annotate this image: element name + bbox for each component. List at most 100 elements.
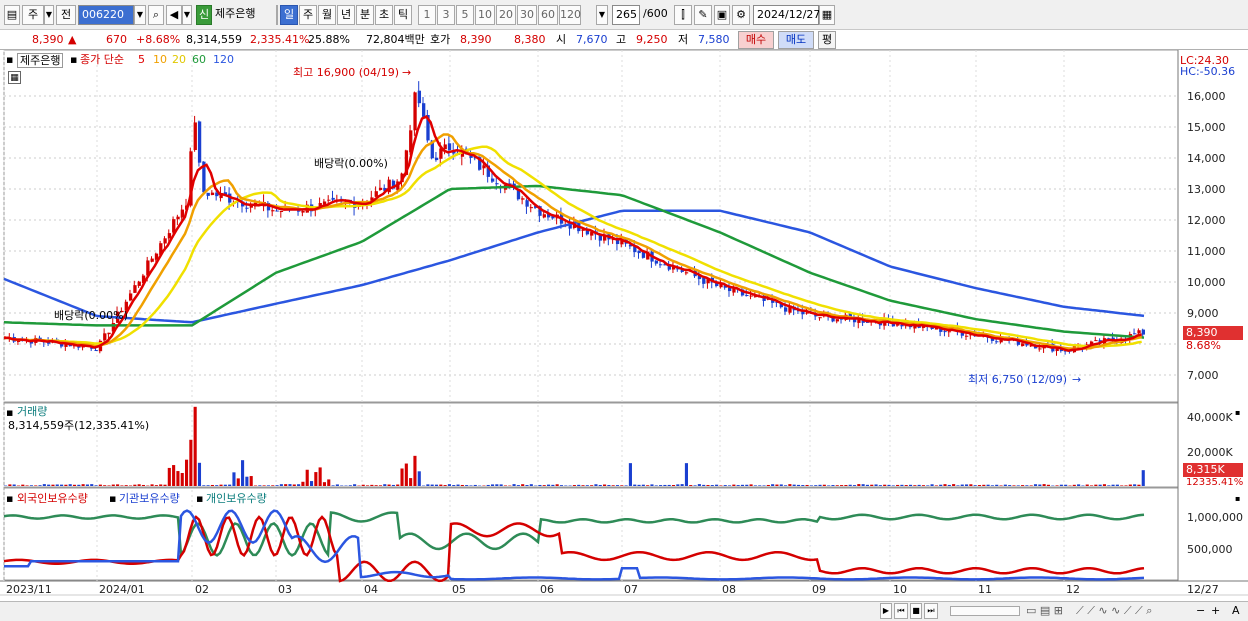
volume-bar (538, 484, 542, 486)
holding-menu-icon[interactable]: ▪ (6, 492, 13, 505)
volume-bar (193, 406, 197, 486)
ma-menu-icon[interactable]: ▪ (70, 53, 77, 66)
play-icon[interactable]: ▶ (880, 603, 892, 619)
tools-icon[interactable]: ✎ (694, 5, 712, 25)
period-tab[interactable]: 초 (375, 5, 393, 25)
volume-bar (814, 485, 818, 486)
sell-button[interactable]: 매도 (778, 31, 814, 49)
credit-badge: 신 (196, 5, 212, 25)
window-menu-icon[interactable]: ▤ (4, 5, 20, 25)
volume-bar (111, 484, 115, 486)
interval-tab[interactable]: 30 (517, 5, 537, 25)
bid-price: 8,380 (514, 33, 546, 46)
stock-code-input[interactable]: 006220 (78, 5, 134, 25)
volume-bar (1120, 485, 1124, 486)
volume-bar (370, 484, 374, 486)
candle-body (137, 281, 141, 286)
candle-body (94, 350, 98, 352)
interval-tab[interactable]: 3 (437, 5, 455, 25)
period-tab[interactable]: 년 (337, 5, 355, 25)
volume-menu-icon[interactable]: ▪ (6, 406, 13, 419)
period-tab[interactable]: 틱 (394, 5, 412, 25)
volume-bar (628, 463, 632, 486)
volume-bar (413, 455, 417, 486)
drawing-tool-icons[interactable]: ⟋ ⟋ ∿ ∿ ⟋ ⟋ ⌕ (1076, 604, 1152, 617)
stock-name-label[interactable]: 제주은행 (17, 53, 64, 68)
average-button[interactable]: 평 (818, 31, 836, 49)
volume-bar (934, 485, 938, 486)
period-tab[interactable]: 월 (318, 5, 336, 25)
volume-bar (822, 484, 826, 486)
interval-tab[interactable]: 120 (559, 5, 581, 25)
candle-body (965, 335, 969, 337)
volume-bar (137, 484, 141, 486)
holding-close-icon[interactable]: ▪ (1235, 492, 1240, 505)
period-tab[interactable]: 주 (299, 5, 317, 25)
volume-bar (1102, 484, 1107, 486)
volume-bar (1021, 485, 1025, 486)
volume-bar (29, 485, 33, 486)
volume-bar (383, 484, 387, 486)
candle-body (176, 216, 180, 220)
volume-bar (973, 485, 977, 486)
zoom-out-icon[interactable]: − (1196, 604, 1205, 617)
volume-bar (1003, 484, 1007, 486)
holding-menu-icon[interactable]: ▪ (196, 492, 203, 505)
volume-bar (555, 484, 559, 486)
save-icon[interactable]: ▣ (714, 5, 730, 25)
calendar-icon[interactable]: ▦ (819, 5, 835, 25)
date-input[interactable]: 2024/12/27 (753, 5, 820, 25)
interval-tab[interactable]: 20 (496, 5, 516, 25)
volume-bar (154, 485, 158, 486)
search-icon[interactable]: ⌕ (148, 5, 164, 25)
volume-bar (982, 484, 986, 486)
candle-body (784, 307, 788, 312)
interval-tab[interactable]: 60 (538, 5, 558, 25)
prev-button[interactable]: 전 (56, 5, 76, 25)
interval-tab[interactable]: 10 (475, 5, 495, 25)
gear-icon[interactable]: ⚙ (732, 5, 750, 25)
interval-tab[interactable]: 1 (418, 5, 436, 25)
volume-bar (439, 484, 443, 486)
speaker-dropdown-icon[interactable]: ▼ (182, 5, 192, 25)
volume-bar (663, 484, 667, 486)
grid-icon[interactable]: ▦ (8, 71, 21, 84)
interval-tab[interactable]: 5 (456, 5, 474, 25)
chart-type-icon[interactable]: ⫿ (674, 5, 692, 25)
count-input[interactable]: 265 (612, 5, 640, 25)
interval-dropdown-icon[interactable]: ▼ (596, 5, 608, 25)
volume-bar (969, 484, 973, 486)
type-dropdown-icon[interactable]: ▼ (44, 5, 54, 25)
x-tick: 11 (978, 583, 992, 596)
current-price: 8,390 (32, 33, 64, 46)
rewind-icon[interactable]: ⏮ (894, 603, 908, 619)
ask-price: 8,390 (460, 33, 492, 46)
buy-button[interactable]: 매수 (738, 31, 774, 49)
volume-bar (197, 462, 202, 486)
volume-bar (374, 485, 378, 486)
forward-icon[interactable]: ⏭ (924, 603, 938, 619)
panel-menu-icon[interactable]: ▪ (6, 53, 13, 66)
zoom-in-icon[interactable]: + (1211, 604, 1220, 617)
volume-close-icon[interactable]: ▪ (1235, 406, 1240, 419)
view-icons[interactable]: ▭ ▤ ⊞ (1026, 604, 1063, 617)
period-tab[interactable]: 분 (356, 5, 374, 25)
stock-chart[interactable] (0, 49, 1248, 601)
volume-bar (47, 484, 51, 486)
candle-body (107, 332, 111, 335)
candle-body (275, 210, 279, 212)
scroll-slider[interactable] (950, 606, 1020, 616)
chart-area[interactable]: ▪ 제주은행 ▪ 종가 단순 5 10 20 60 120 ▦ 최고 16,90… (0, 49, 1248, 601)
font-size-icon[interactable]: A (1232, 604, 1240, 617)
stop-icon[interactable]: ■ (910, 603, 922, 619)
min-price-label: 최저 6,750 (12/09) (968, 373, 1068, 386)
period-tab[interactable]: 일 (280, 5, 298, 25)
candle-body (197, 121, 202, 163)
type-select[interactable]: 주 (22, 5, 44, 25)
candle-body (150, 258, 154, 262)
holding-menu-icon[interactable]: ▪ (109, 492, 116, 505)
speaker-icon[interactable]: ◀ (166, 5, 182, 25)
code-dropdown-icon[interactable]: ▼ (134, 5, 146, 25)
volume-bar (258, 485, 262, 486)
ma5-label: 5 (138, 53, 145, 66)
